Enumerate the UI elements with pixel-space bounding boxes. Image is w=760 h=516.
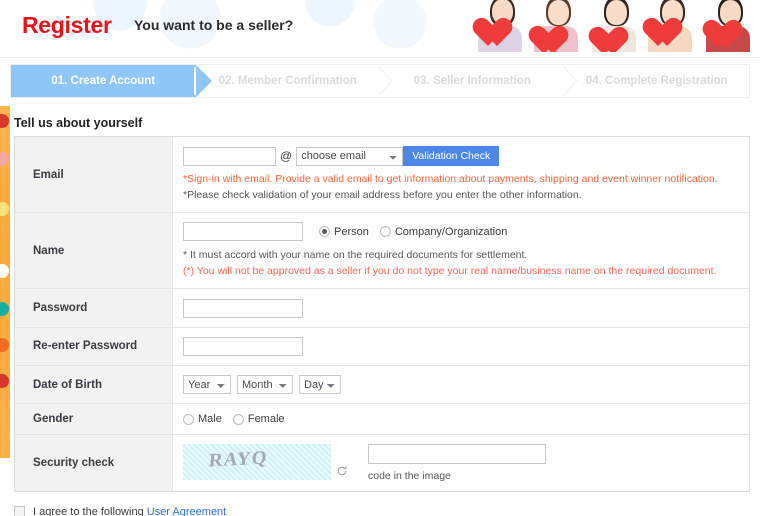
step-chevron-icon — [378, 66, 393, 96]
user-agreement-link[interactable]: User Agreement — [147, 506, 226, 516]
brand-logo: Register — [22, 12, 112, 38]
agreement-line-1: I agree to the following User Agreement — [33, 504, 540, 516]
form-row-password-confirm: Re-enter Password — [15, 327, 749, 366]
birth-year-select[interactable]: Year — [183, 375, 231, 394]
birth-month-select[interactable]: Month — [237, 375, 293, 394]
step-2-member-confirmation[interactable]: 02. Member Confirmation — [193, 65, 380, 97]
captcha-input[interactable] — [368, 444, 546, 464]
form-row-gender: Gender Male Female — [15, 404, 749, 435]
gender-male-label: Male — [198, 413, 222, 425]
password-confirm-input[interactable] — [183, 337, 303, 356]
password-confirm-label: Re-enter Password — [15, 327, 173, 365]
validation-check-button[interactable]: Validation Check — [403, 146, 500, 166]
name-help-red: (*) You will not be approved as a seller… — [183, 265, 717, 277]
email-help-warning: *Sign-in with email. Provide a valid ema… — [183, 173, 718, 185]
date-of-birth-label: Date of Birth — [15, 366, 173, 403]
page-title: You want to be a seller? — [134, 17, 294, 33]
name-type-company-label: Company/Organization — [394, 225, 508, 238]
email-domain-select[interactable]: choose email — [296, 146, 404, 166]
gender-male-radio[interactable] — [183, 413, 194, 425]
step-chevron-icon — [562, 66, 578, 96]
name-help-note: * It must accord with your name on the r… — [183, 249, 528, 261]
registration-page: Register You want to be a seller? 01. Cr… — [0, 0, 760, 516]
gender-label: Gender — [15, 404, 173, 434]
form-row-password: Password — [15, 289, 749, 328]
agreement-checkbox[interactable] — [14, 506, 25, 516]
name-input[interactable] — [183, 222, 303, 241]
birth-day-select[interactable]: Day — [299, 375, 341, 394]
form-row-date-of-birth: Date of Birth Year Month Day — [15, 366, 749, 404]
agreement-block: I agree to the following User Agreement … — [14, 504, 760, 516]
form-row-email: Email @ choose email Validation Check *S… — [15, 137, 749, 213]
step-label: 01. Create Account — [51, 75, 156, 87]
email-label: Email — [15, 137, 173, 212]
email-local-input[interactable] — [183, 146, 276, 166]
step-label: 03. Seller Information — [413, 75, 531, 87]
captcha-text: RAYQ — [207, 447, 269, 472]
name-type-company-radio[interactable] — [379, 226, 391, 237]
email-help-note: *Please check validation of your email a… — [183, 189, 582, 201]
form-row-name: Name Person Company/Organization * It mu… — [15, 213, 749, 289]
security-check-label: Security check — [15, 435, 173, 491]
refresh-icon[interactable] — [336, 464, 348, 476]
page-header: Register You want to be a seller? — [0, 0, 760, 58]
step-1-create-account[interactable]: 01. Create Account — [11, 65, 211, 97]
step-label: 04. Complete Registration — [585, 75, 728, 87]
at-symbol: @ — [280, 149, 293, 163]
step-4-complete-registration[interactable]: 04. Complete Registration — [562, 65, 749, 97]
name-type-person-radio[interactable] — [319, 226, 330, 237]
left-side-strip — [0, 106, 10, 458]
registration-steps: 01. Create Account 02. Member Confirmati… — [10, 64, 750, 98]
captcha-image: RAYQ — [183, 444, 331, 480]
gender-female-label: Female — [247, 413, 285, 425]
name-type-person-label: Person — [334, 225, 369, 238]
agreement-line-1-text: I agree to the following — [33, 506, 147, 516]
section-title: Tell us about yourself — [14, 116, 143, 130]
form-row-security-check: Security check RAYQ code in the image — [15, 435, 749, 491]
captcha-hint: code in the image — [368, 470, 451, 482]
header-banner-photo — [460, 0, 760, 52]
password-label: Password — [15, 289, 173, 327]
gender-female-radio[interactable] — [232, 413, 244, 425]
registration-form: Email @ choose email Validation Check *S… — [14, 136, 750, 492]
password-input[interactable] — [183, 298, 303, 318]
step-3-seller-information[interactable]: 03. Seller Information — [378, 65, 565, 97]
step-label: 02. Member Confirmation — [218, 75, 357, 87]
name-label: Name — [15, 213, 173, 288]
